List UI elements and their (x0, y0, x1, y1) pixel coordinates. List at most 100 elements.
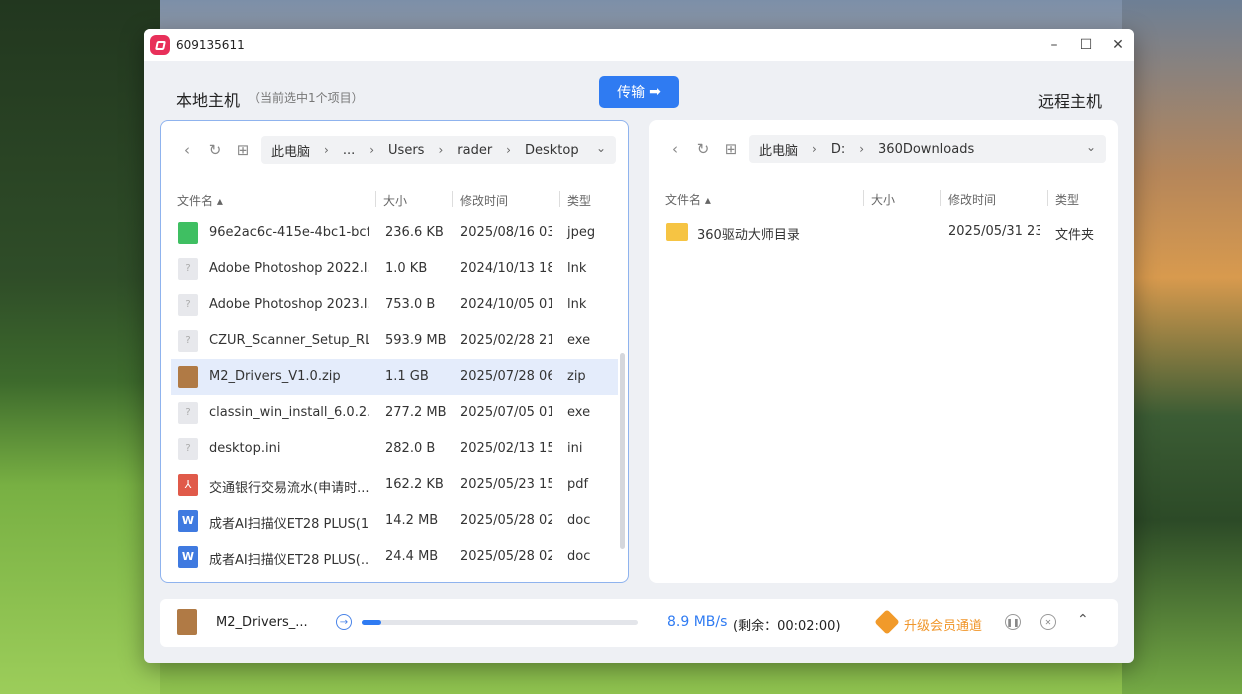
column-type[interactable]: 类型 (1055, 191, 1079, 208)
chevron-right-icon: › (859, 142, 865, 156)
cancel-icon[interactable]: ✕ (1040, 614, 1056, 630)
column-name[interactable]: 文件名 ▴ (665, 191, 711, 208)
pdf-file-icon: ⅄ (178, 474, 198, 496)
chevron-right-icon: › (438, 143, 444, 157)
file-row[interactable]: ? classin_win_install_6.0.2.... 277.2 MB… (171, 395, 618, 431)
crumb-rader[interactable]: rader (457, 143, 492, 158)
column-modified[interactable]: 修改时间 (948, 191, 996, 208)
file-type: pdf (567, 477, 589, 492)
close-button[interactable]: ✕ (1102, 29, 1134, 61)
file-date: 2025/05/28 02:... (460, 513, 552, 528)
file-date: 2025/02/13 15:... (460, 441, 552, 456)
remote-breadcrumb: 此电脑 › D: › 360Downloads ⌄ (749, 135, 1106, 163)
chevron-down-icon[interactable]: ⌄ (1079, 140, 1096, 154)
background-forest-left (0, 0, 160, 694)
file-size: 14.2 MB (385, 513, 439, 528)
vip-diamond-icon[interactable] (874, 609, 900, 635)
remote-column-headers: 文件名 ▴ 大小 修改时间 类型 (649, 190, 1118, 208)
new-folder-icon[interactable]: ⊞ (229, 136, 257, 164)
back-icon[interactable]: ‹ (661, 135, 689, 163)
file-row[interactable]: ⅄ 交通银行交易流水(申请时... 162.2 KB 2025/05/23 15… (171, 467, 618, 503)
zip-file-icon (178, 366, 198, 388)
chevron-up-icon[interactable]: ⌃ (1077, 612, 1089, 628)
local-selection-count: （当前选中1个项目） (248, 91, 364, 105)
column-size[interactable]: 大小 (871, 191, 895, 208)
column-size[interactable]: 大小 (383, 192, 407, 209)
crumb-this-pc[interactable]: 此电脑 (759, 140, 798, 159)
column-divider[interactable] (1047, 190, 1048, 206)
column-type[interactable]: 类型 (567, 192, 591, 209)
file-name: 96e2ac6c-415e-4bc1-bcf... (209, 225, 369, 240)
file-date: 2024/10/13 18:... (460, 261, 552, 276)
remote-file-list: 360驱动大师目录 2025/05/31 23:... 文件夹 (659, 214, 1108, 250)
local-scrollbar[interactable] (620, 353, 625, 549)
remote-desktop-file-transfer-window: 609135611 – ☐ ✕ 本地主机 （当前选中1个项目） 传输 ➡ 远程主… (144, 29, 1134, 663)
file-type: doc (567, 549, 591, 564)
generic-file-icon: ? (178, 294, 198, 316)
file-row[interactable]: 96e2ac6c-415e-4bc1-bcf... 236.6 KB 2025/… (171, 215, 618, 251)
chevron-right-icon: › (324, 143, 329, 157)
chevron-right-icon: › (812, 142, 817, 156)
file-row[interactable]: W 成者AI扫描仪ET28 PLUS(1... 14.2 MB 2025/05/… (171, 503, 618, 539)
pause-icon[interactable]: ❚❚ (1005, 614, 1021, 630)
new-folder-icon[interactable]: ⊞ (717, 135, 745, 163)
file-name: 成者AI扫描仪ET28 PLUS(... (209, 553, 369, 568)
file-name: desktop.ini (209, 441, 281, 456)
transfer-remaining: (剩余：00:02:00) (733, 619, 841, 634)
local-column-headers: 文件名 ▴ 大小 修改时间 类型 (161, 191, 628, 209)
crumb-ellipsis[interactable]: ... (343, 143, 355, 158)
minimize-button[interactable]: – (1038, 29, 1070, 61)
refresh-icon[interactable]: ↻ (201, 136, 229, 164)
file-row-selected[interactable]: M2_Drivers_V1.0.zip 1.1 GB 2025/07/28 06… (171, 359, 618, 395)
upload-arrow-icon: → (336, 614, 352, 630)
back-icon[interactable]: ‹ (173, 136, 201, 164)
folder-row[interactable]: 360驱动大师目录 2025/05/31 23:... 文件夹 (659, 214, 1108, 250)
file-date: 2025/02/28 21:... (460, 333, 552, 348)
crumb-desktop[interactable]: Desktop (525, 143, 579, 158)
generic-file-icon: ? (178, 438, 198, 460)
file-name: 360驱动大师目录 (697, 228, 800, 243)
upgrade-vip-link[interactable]: 升级会员通道 (904, 615, 982, 634)
file-row[interactable]: ? Adobe Photoshop 2023.l... 753.0 B 2024… (171, 287, 618, 323)
crumb-users[interactable]: Users (388, 143, 424, 158)
title-bar: 609135611 – ☐ ✕ (144, 29, 1134, 61)
column-divider[interactable] (375, 191, 376, 207)
column-divider[interactable] (940, 190, 941, 206)
chevron-down-icon[interactable]: ⌄ (589, 141, 606, 155)
file-date: 2025/07/05 01:... (460, 405, 552, 420)
folder-icon (666, 223, 688, 241)
zip-file-icon (177, 609, 197, 635)
file-size: 24.4 MB (385, 549, 439, 564)
local-path-bar: ‹ ↻ ⊞ 此电脑 › ... › Users › rader › Desktop ⌄ (173, 135, 616, 165)
file-type: lnk (567, 261, 587, 276)
file-size: 593.9 MB (385, 333, 447, 348)
file-row[interactable]: ? desktop.ini 282.0 B 2025/02/13 15:... … (171, 431, 618, 467)
column-divider[interactable] (863, 190, 864, 206)
column-divider[interactable] (452, 191, 453, 207)
file-type: exe (567, 405, 591, 420)
transfer-button[interactable]: 传输 ➡ (599, 76, 679, 108)
column-name[interactable]: 文件名 ▴ (177, 192, 223, 209)
remote-path-bar: ‹ ↻ ⊞ 此电脑 › D: › 360Downloads ⌄ (661, 134, 1106, 164)
chevron-right-icon: › (369, 143, 375, 157)
maximize-button[interactable]: ☐ (1070, 29, 1102, 61)
file-type: doc (567, 513, 591, 528)
transfer-status-bar: M2_Drivers_... → 8.9 MB/s (剩余：00:02:00) … (160, 599, 1118, 647)
file-row[interactable]: ? Adobe Photoshop 2022.l... 1.0 KB 2024/… (171, 251, 618, 287)
column-divider[interactable] (559, 191, 560, 207)
file-name: classin_win_install_6.0.2.... (209, 405, 369, 420)
file-row[interactable]: W 成者AI扫描仪ET28 PLUS(... 24.4 MB 2025/05/2… (171, 539, 618, 575)
file-row[interactable]: ? CZUR_Scanner_Setup_RL... 593.9 MB 2025… (171, 323, 618, 359)
file-type: ini (567, 441, 583, 456)
file-date: 2025/05/23 15:... (460, 477, 552, 492)
file-size: 1.0 KB (385, 261, 428, 276)
file-name: CZUR_Scanner_Setup_RL... (209, 333, 369, 348)
crumb-drive-d[interactable]: D: (831, 142, 845, 157)
refresh-icon[interactable]: ↻ (689, 135, 717, 163)
column-modified[interactable]: 修改时间 (460, 192, 508, 209)
crumb-this-pc[interactable]: 此电脑 (271, 141, 310, 160)
crumb-360downloads[interactable]: 360Downloads (878, 142, 974, 157)
transfer-button-label: 传输 (617, 85, 646, 101)
file-date: 2025/05/28 02:... (460, 549, 552, 564)
image-file-icon (178, 222, 198, 244)
